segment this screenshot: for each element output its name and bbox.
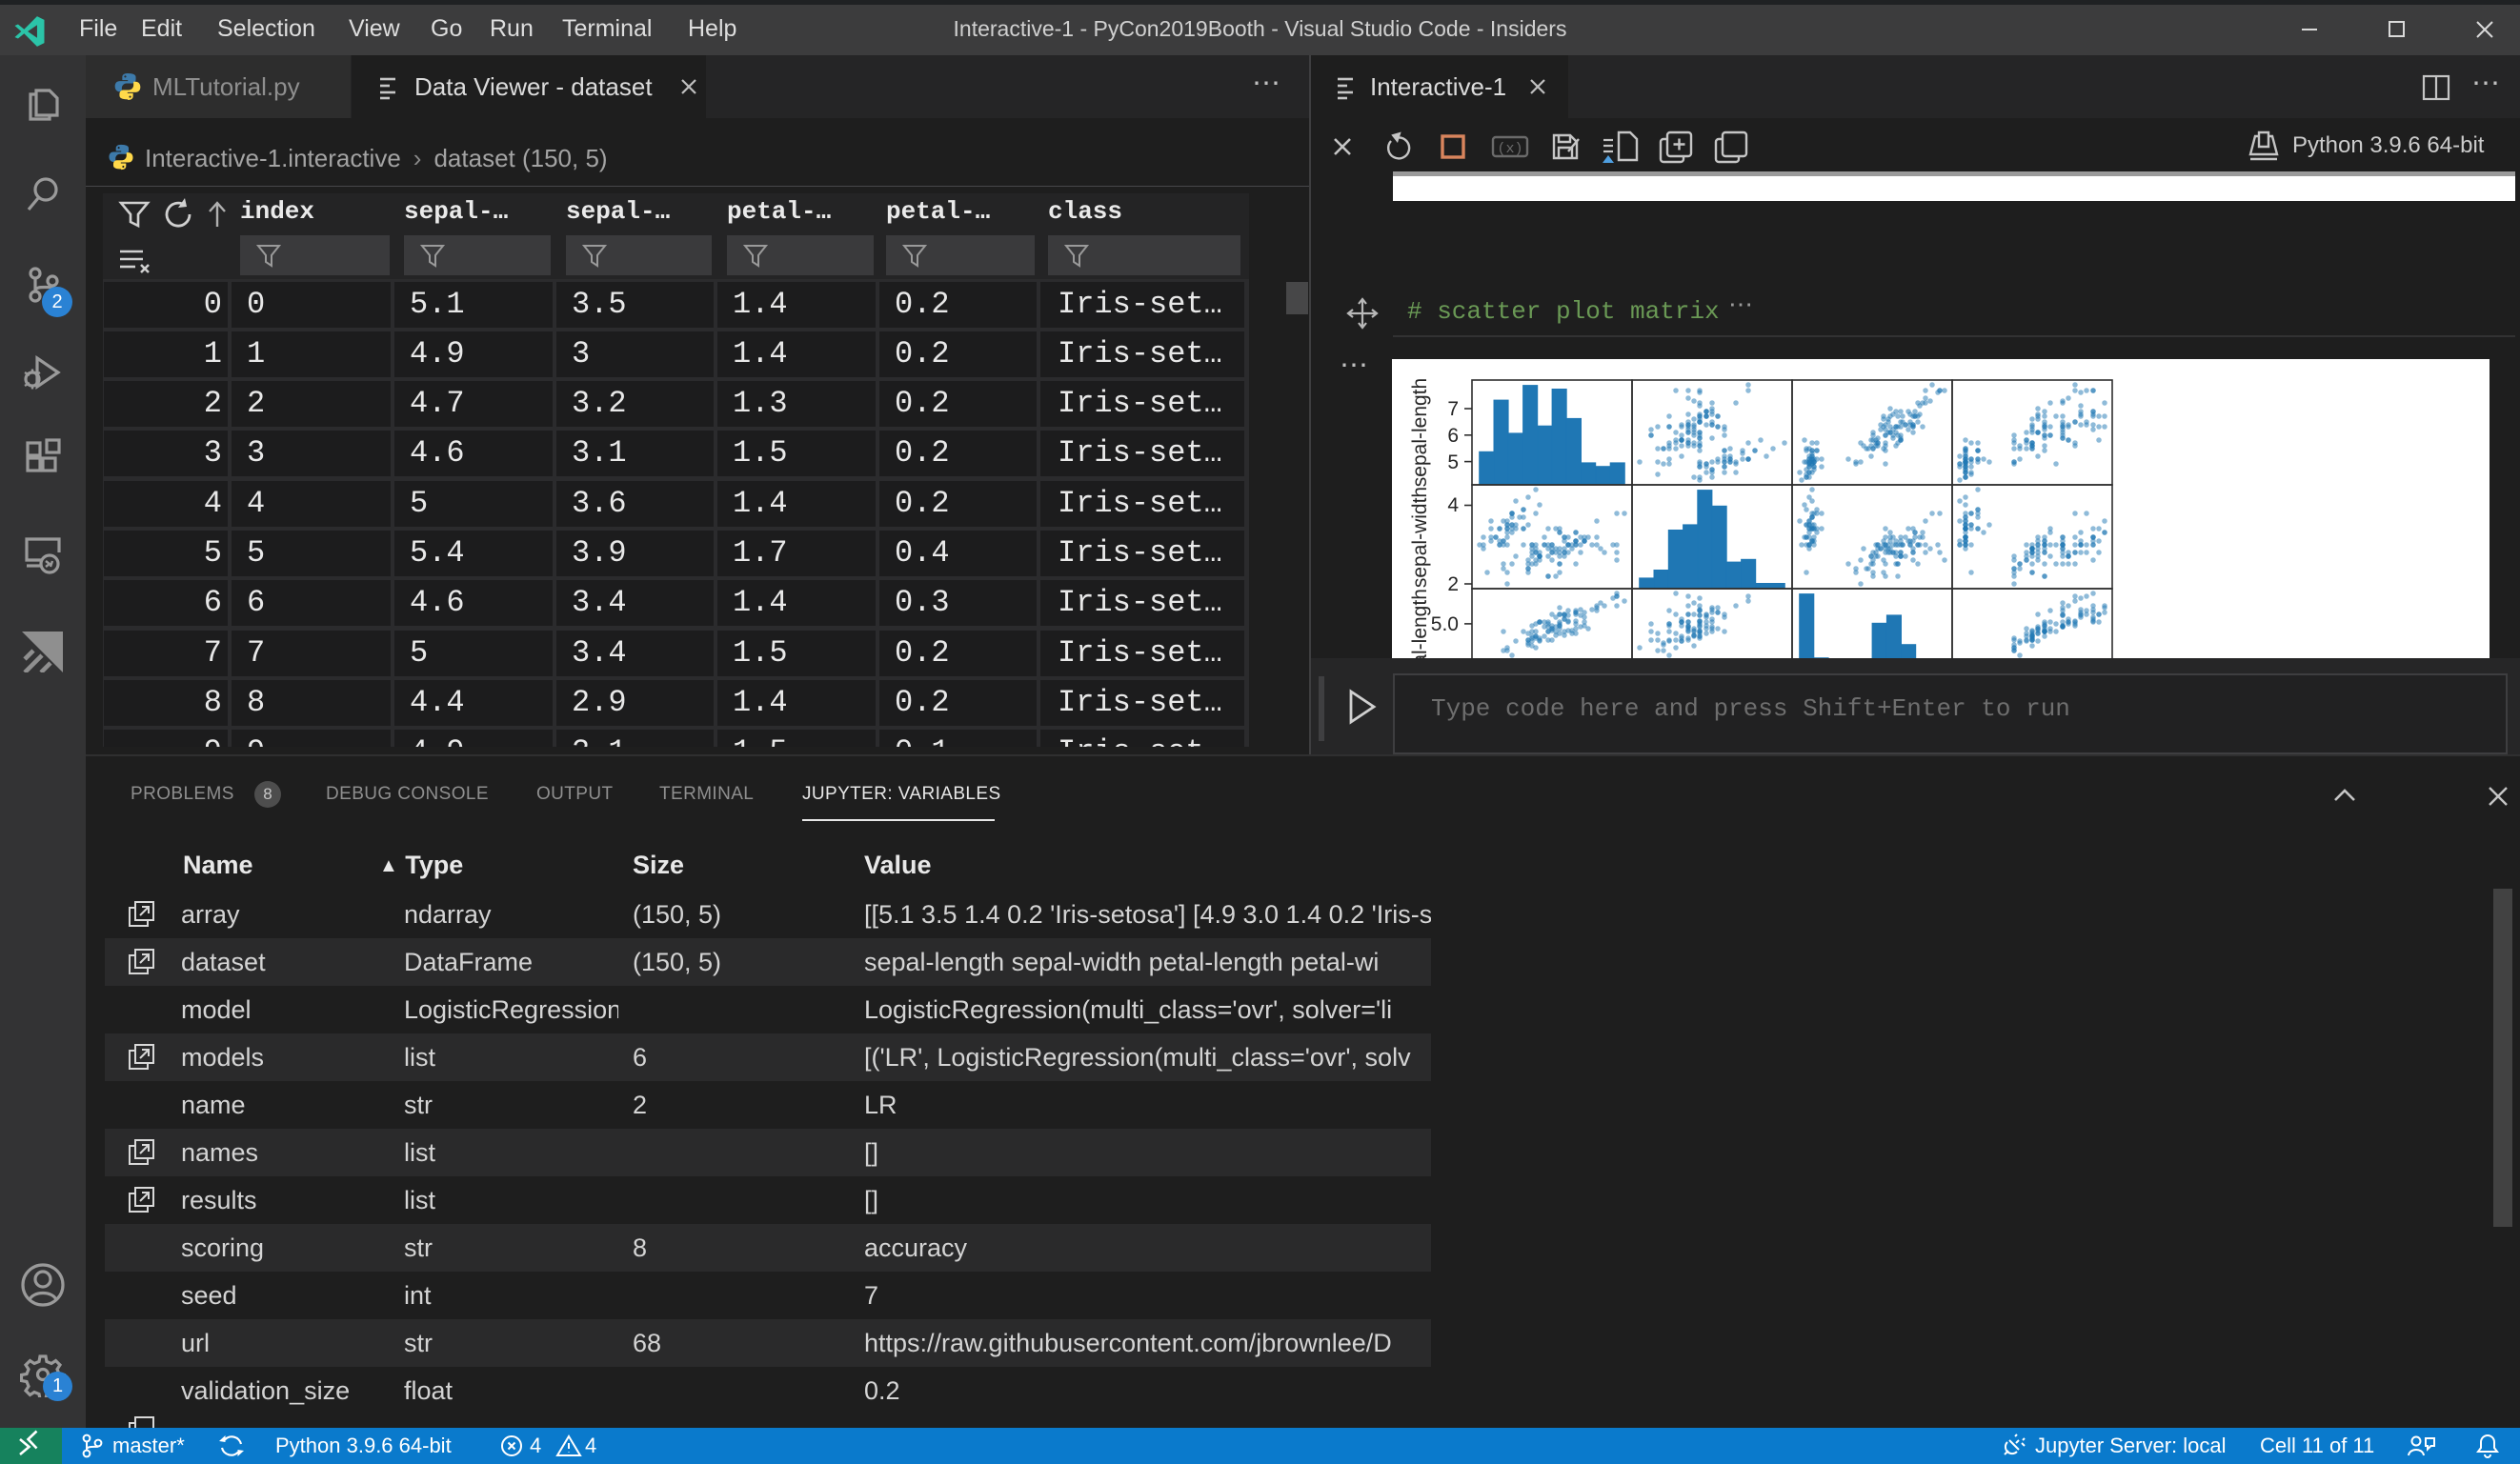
svg-text:sepal-width: sepal-width xyxy=(1409,487,1431,588)
svg-text:6: 6 xyxy=(1447,425,1459,447)
svg-text:petal-length: petal-length xyxy=(1409,589,1431,658)
svg-text:sepal-length: sepal-length xyxy=(1409,378,1431,487)
svg-text:7: 7 xyxy=(1447,398,1459,420)
svg-text:4: 4 xyxy=(1447,494,1459,516)
svg-text:5.0: 5.0 xyxy=(1431,613,1459,635)
svg-text:2: 2 xyxy=(1447,573,1459,595)
svg-text:5: 5 xyxy=(1447,451,1459,473)
svg-text:(x): (x) xyxy=(1497,141,1522,157)
